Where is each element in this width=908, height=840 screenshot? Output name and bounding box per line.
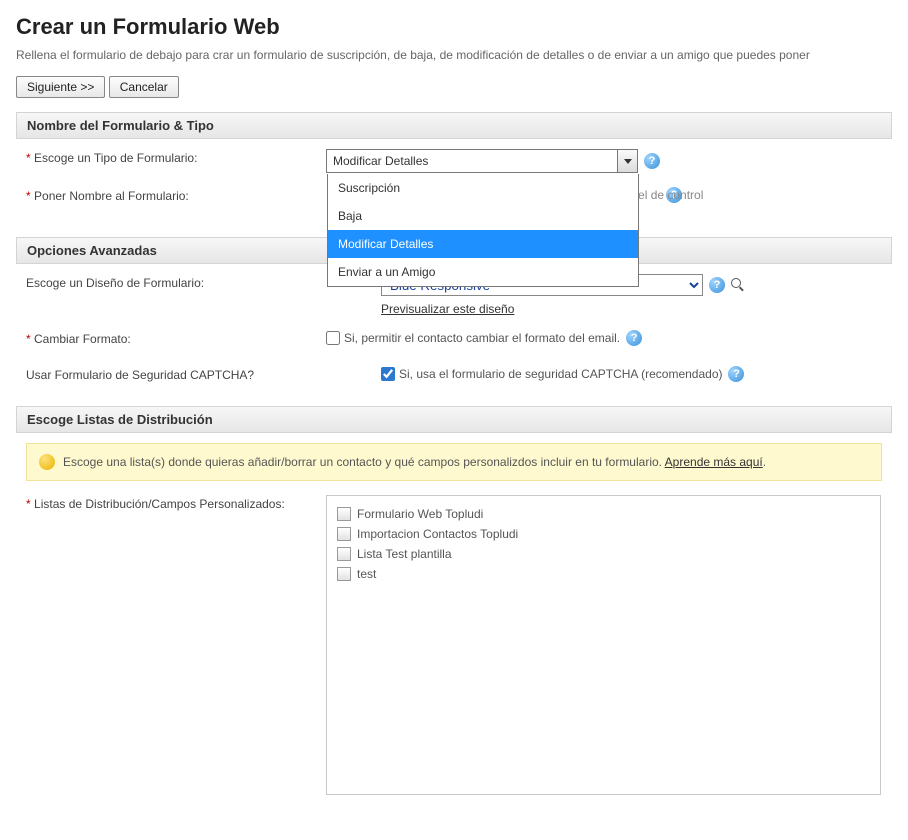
dropdown-item-baja[interactable]: Baja [328, 202, 638, 230]
help-icon[interactable]: ? [644, 153, 660, 169]
magnify-icon [731, 278, 745, 292]
captcha-cb-text: Si, usa el formulario de seguridad CAPTC… [399, 367, 722, 381]
form-type-dropdown[interactable]: Modificar Detalles Suscripción Baja Modi… [326, 149, 638, 173]
list-item-label: Importacion Contactos Topludi [357, 527, 518, 541]
help-icon[interactable]: ? [728, 366, 744, 382]
help-icon[interactable]: ? [626, 330, 642, 346]
list-item[interactable]: Importacion Contactos Topludi [337, 524, 870, 544]
dist-lists-box: Formulario Web Topludi Importacion Conta… [326, 495, 881, 795]
dropdown-item-suscripcion[interactable]: Suscripción [328, 174, 638, 202]
change-format-label: Cambiar Formato: [26, 330, 326, 346]
list-item[interactable]: test [337, 564, 870, 584]
section-body-lists: Escoge una lista(s) donde quieras añadir… [16, 433, 892, 823]
info-banner-text: Escoge una lista(s) donde quieras añadir… [63, 455, 766, 469]
list-item-checkbox[interactable] [337, 547, 351, 561]
dropdown-item-enviar-amigo[interactable]: Enviar a un Amigo [328, 258, 638, 286]
list-item[interactable]: Lista Test plantilla [337, 544, 870, 564]
chevron-down-icon [617, 150, 637, 172]
list-item-checkbox[interactable] [337, 527, 351, 541]
list-item-checkbox[interactable] [337, 567, 351, 581]
list-item-label: Lista Test plantilla [357, 547, 452, 561]
next-button[interactable]: Siguiente >> [16, 76, 105, 98]
page-intro: Rellena el formulario de debajo para cra… [16, 48, 892, 62]
form-type-label: Escoge un Tipo de Formulario: [26, 149, 326, 165]
section-header-lists: Escoge Listas de Distribución [16, 406, 892, 433]
change-format-cb-text: Si, permitir el contacto cambiar el form… [344, 331, 620, 345]
page-title: Crear un Formulario Web [16, 14, 892, 40]
list-item-label: Formulario Web Topludi [357, 507, 483, 521]
preview-design-link[interactable]: Previsualizar este diseño [381, 302, 514, 316]
section-header-name-type: Nombre del Formulario & Tipo [16, 112, 892, 139]
cancel-button[interactable]: Cancelar [109, 76, 179, 98]
captcha-label: Usar Formulario de Seguridad CAPTCHA? [26, 366, 381, 382]
section-body-name-type: Escoge un Tipo de Formulario: Modificar … [16, 139, 892, 237]
list-item-checkbox[interactable] [337, 507, 351, 521]
learn-more-link[interactable]: Aprende más aquí [665, 455, 763, 469]
captcha-checkbox[interactable] [381, 367, 395, 381]
change-format-checkbox-wrapper[interactable]: Si, permitir el contacto cambiar el form… [326, 331, 620, 345]
info-banner: Escoge una lista(s) donde quieras añadir… [26, 443, 882, 481]
dropdown-item-modificar-detalles[interactable]: Modificar Detalles [328, 230, 638, 258]
form-type-dropdown-menu: Suscripción Baja Modificar Detalles Envi… [327, 174, 639, 287]
action-button-row: Siguiente >> Cancelar [16, 76, 892, 98]
dist-lists-label: Listas de Distribución/Campos Personaliz… [26, 495, 326, 511]
form-type-selected-text: Modificar Detalles [333, 154, 428, 168]
form-name-label: Poner Nombre al Formulario: [26, 187, 326, 203]
change-format-checkbox[interactable] [326, 331, 340, 345]
help-icon[interactable]: ? [709, 277, 725, 293]
captcha-checkbox-wrapper[interactable]: Si, usa el formulario de seguridad CAPTC… [381, 367, 722, 381]
list-item[interactable]: Formulario Web Topludi [337, 504, 870, 524]
list-item-label: test [357, 567, 376, 581]
lightbulb-icon [39, 454, 55, 470]
